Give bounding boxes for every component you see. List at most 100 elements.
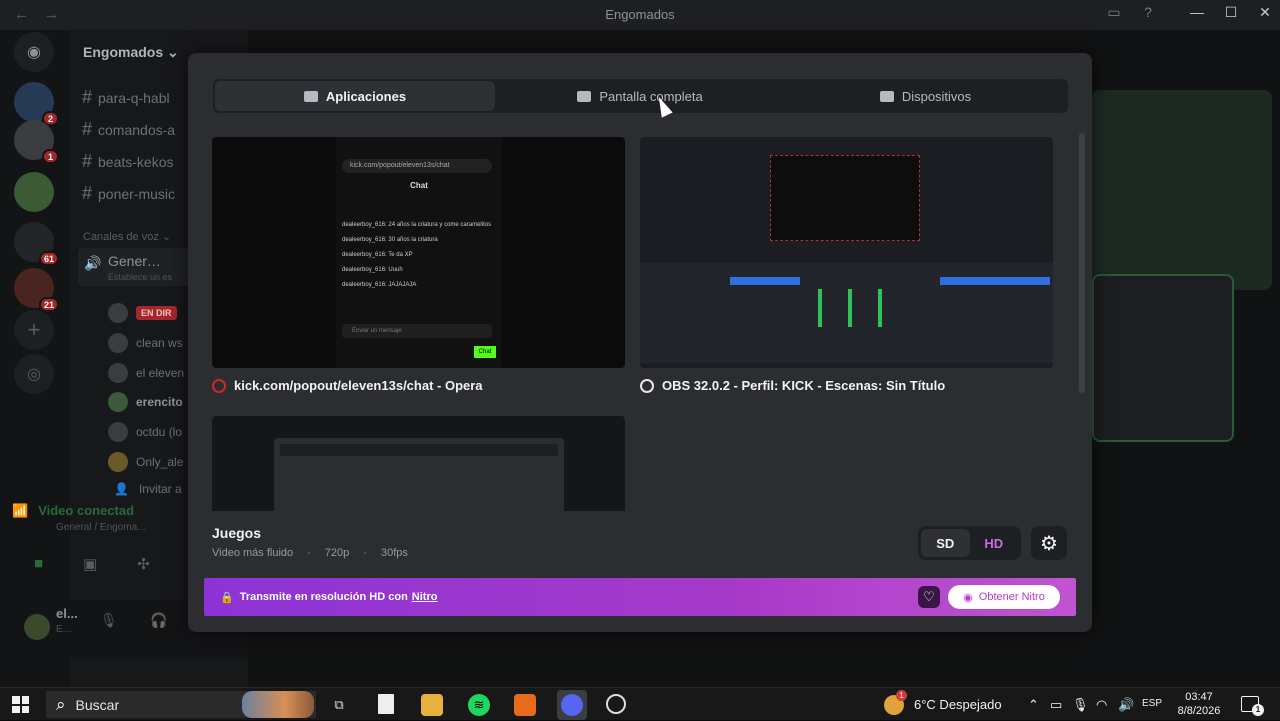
source-discord[interactable] <box>212 416 625 511</box>
lock-icon: 🔒 <box>220 591 234 604</box>
voice-member[interactable]: clean ws <box>108 333 183 353</box>
resolution-toggle: SD HD <box>918 526 1021 560</box>
obs-docks <box>640 263 1053 363</box>
voice-member[interactable]: el eleven <box>108 363 184 383</box>
server-icon[interactable]: 21 <box>14 268 59 312</box>
video-tile[interactable] <box>1092 274 1234 442</box>
nitro-icon: ◉ <box>963 591 973 604</box>
obs-preview <box>770 155 920 241</box>
voice-category[interactable]: Canales de voz ⌄ <box>83 230 171 243</box>
meet-now-icon[interactable]: ▭ <box>1050 697 1062 713</box>
tab-full-screen[interactable]: Pantalla completa <box>500 81 780 111</box>
add-server-icon[interactable]: + <box>14 310 54 350</box>
mention-badge: 1 <box>42 149 59 164</box>
inbox-icon[interactable]: ▭ <box>1102 4 1126 21</box>
quality-title: Juegos <box>212 525 262 541</box>
avatar[interactable] <box>24 614 50 640</box>
voice-member[interactable]: octdu (lo <box>108 422 182 442</box>
notifications-icon[interactable]: 1 <box>1241 696 1264 716</box>
file-explorer-icon[interactable] <box>421 694 443 716</box>
invite-button[interactable]: 👤 Invitar a <box>108 482 182 496</box>
avatar <box>108 363 128 383</box>
server-list: ◉ 2 1 61 21 + ◎ <box>0 30 70 687</box>
avatar <box>108 452 128 472</box>
server-icon[interactable]: 1 <box>14 120 59 164</box>
spotify-icon[interactable]: ≋ <box>468 694 490 716</box>
guild-name[interactable]: Engomados ⌄ <box>83 44 179 61</box>
live-badge: EN DIR <box>136 306 177 320</box>
window-icon <box>303 90 318 102</box>
microphone-icon[interactable]: 🎙 <box>100 612 118 629</box>
activities-icon[interactable]: ✣ <box>137 555 150 573</box>
camera-icon[interactable]: ■ <box>34 555 43 573</box>
task-view-icon[interactable]: ⧉ <box>328 694 350 716</box>
screen-share-icon[interactable]: ▣ <box>83 555 97 573</box>
source-title: kick.com/popout/eleven13s/chat - Opera <box>212 378 625 393</box>
search-box[interactable]: ⌕ Buscar <box>46 691 316 718</box>
nitro-banner: 🔒 Transmite en resolución HD con Nitro ♡… <box>204 578 1076 616</box>
source-opera[interactable]: kick.com/popout/eleven13s/chat Chat deal… <box>212 137 625 393</box>
windows-taskbar: ⌕ Buscar ⧉ ≋ 1 6°C Despejado ⌃ ▭ 🎙 ◠ 🔊 E… <box>0 687 1280 720</box>
quality-meta: Video más fluido · 720p · 30fps <box>212 547 408 559</box>
fl-studio-icon[interactable] <box>514 694 536 716</box>
voice-member[interactable]: Only_ale <box>108 452 183 472</box>
help-icon[interactable]: ? <box>1136 4 1160 20</box>
avatar <box>108 303 128 323</box>
url-bar: kick.com/popout/eleven13s/chat <box>342 159 492 173</box>
server-icon[interactable]: 61 <box>14 222 59 266</box>
source-thumbnail <box>640 137 1053 368</box>
chat-window: kick.com/popout/eleven13s/chat Chat deal… <box>336 137 502 368</box>
explore-icon[interactable]: ◎ <box>14 354 54 394</box>
sd-option[interactable]: SD <box>921 529 970 557</box>
username: el... <box>56 606 78 621</box>
windows-start-icon[interactable] <box>12 696 29 713</box>
opera-icon <box>212 378 226 393</box>
weather-badge: 1 <box>896 690 907 701</box>
nitro-link[interactable]: Nitro <box>412 591 438 603</box>
gear-icon: ⚙ <box>1040 532 1058 555</box>
text-channel[interactable]: # poner-music <box>82 183 175 204</box>
clock[interactable]: 03:47 8/8/2026 <box>1174 690 1224 718</box>
get-nitro-button[interactable]: ◉ Obtener Nitro <box>948 585 1060 609</box>
speaker-icon: 🔊 <box>84 255 102 271</box>
source-tabs: Aplicaciones Pantalla completa Dispositi… <box>213 79 1068 113</box>
tab-devices[interactable]: Dispositivos <box>785 81 1066 111</box>
title-bar: ← → Engomados ▭ ? — ☐ ✕ <box>0 0 1280 30</box>
volume-icon[interactable]: 🔊 <box>1118 697 1134 713</box>
obs-icon <box>640 378 654 393</box>
server-icon[interactable]: 2 <box>14 82 59 126</box>
headphones-icon[interactable]: 🎧 <box>150 612 167 629</box>
scrollbar[interactable] <box>1079 133 1085 393</box>
discord-home-icon[interactable]: ◉ <box>14 32 54 72</box>
add-person-icon: 👤 <box>114 482 129 496</box>
weather-text[interactable]: 6°C Despejado <box>914 697 1002 712</box>
chevron-up-icon[interactable]: ⌃ <box>1028 697 1039 713</box>
stream-settings-button[interactable]: ⚙ <box>1031 526 1067 560</box>
screen-share-modal: Aplicaciones Pantalla completa Dispositi… <box>188 53 1092 632</box>
voice-member[interactable]: EN DIR <box>108 303 177 323</box>
maximize-icon[interactable]: ☐ <box>1219 4 1243 21</box>
obs-taskbar-icon[interactable] <box>606 694 626 714</box>
signal-icon: 📶 <box>12 503 29 518</box>
video-tile[interactable] <box>1092 90 1272 290</box>
source-thumbnail <box>212 416 625 511</box>
close-icon[interactable]: ✕ <box>1253 4 1277 21</box>
heart-icon[interactable]: ♡ <box>918 586 940 608</box>
source-thumbnail: kick.com/popout/eleven13s/chat Chat deal… <box>212 137 625 368</box>
source-obs[interactable]: OBS 32.0.2 - Perfil: KICK - Escenas: Sin… <box>640 137 1053 393</box>
microphone-icon[interactable]: 🎙 <box>1072 697 1089 713</box>
hd-option[interactable]: HD <box>970 529 1019 557</box>
server-icon-active[interactable] <box>14 172 54 212</box>
language-indicator[interactable]: ESP <box>1142 698 1162 709</box>
notepad-icon[interactable] <box>378 694 394 714</box>
search-icon: ⌕ <box>56 694 66 714</box>
minimize-icon[interactable]: — <box>1185 4 1209 20</box>
mention-badge: 61 <box>38 251 59 266</box>
text-channel[interactable]: # comandos-a <box>82 119 175 140</box>
discord-taskbar-icon[interactable] <box>557 690 587 720</box>
text-channel[interactable]: # beats-kekos <box>82 151 174 172</box>
tab-applications[interactable]: Aplicaciones <box>215 81 495 111</box>
text-channel[interactable]: # para-q-habl <box>82 87 170 108</box>
voice-member[interactable]: erencito <box>108 392 183 412</box>
wifi-icon[interactable]: ◠ <box>1096 697 1107 713</box>
